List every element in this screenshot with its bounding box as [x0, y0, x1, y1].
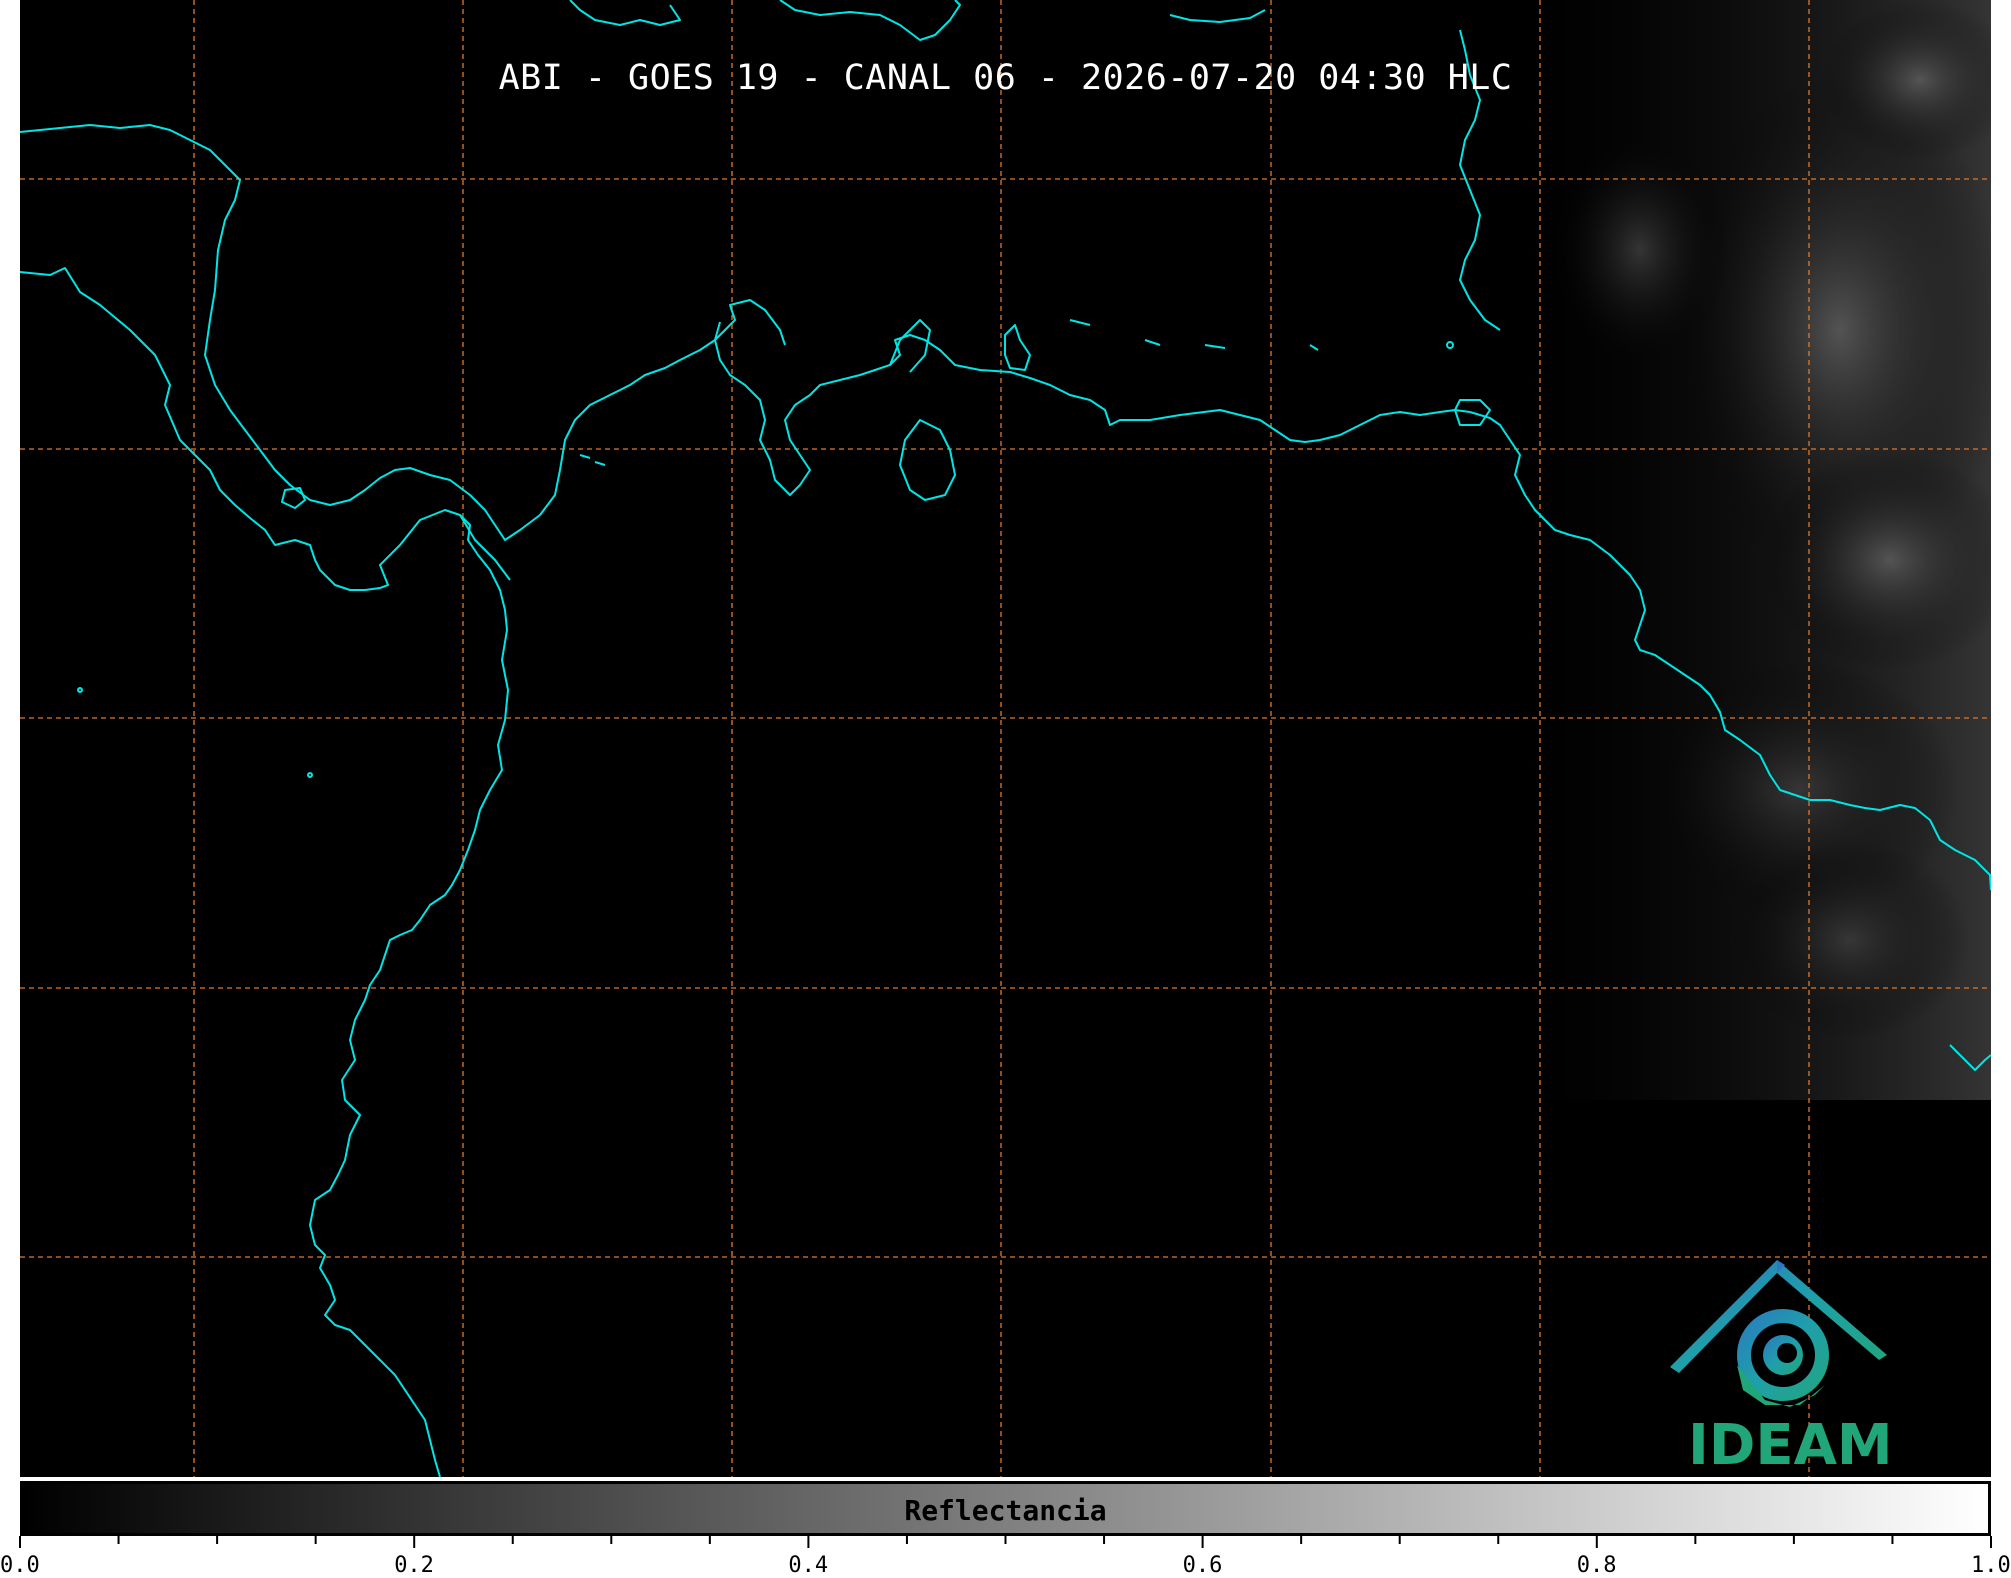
lake-nicaragua	[281, 487, 306, 509]
colorbar-tick-label-3: 0.6	[1182, 1553, 1223, 1578]
colorbar-ticks	[19, 1536, 1992, 1548]
colorbar-tick-label-2: 0.4	[788, 1553, 829, 1578]
colorbar-tick-label-5: 1.0	[1971, 1553, 2011, 1578]
islands-san-blas	[579, 454, 606, 466]
map-title: ABI - GOES 19 - CANAL 06 - 2026-07-20 04…	[498, 58, 1513, 98]
colorbar-tick-label-4: 0.8	[1576, 1553, 1617, 1578]
coastline-central-america-caribbean	[20, 124, 786, 541]
colorbar-tick-label-1: 0.2	[394, 1553, 434, 1578]
ideam-logo-text: IDEAM	[1688, 1413, 1893, 1478]
island-puerto-rico	[1169, 9, 1266, 23]
lake-maracaibo	[899, 419, 956, 501]
island-hispaniola	[779, 0, 961, 41]
colorbar-label: Reflectancia	[904, 1494, 1107, 1527]
colorbar-tick-label-0: 0.0	[0, 1553, 40, 1578]
colorbar: Reflectancia	[20, 1481, 1991, 1536]
coastline-colombia-venezuela-caribbean	[714, 321, 1471, 496]
cloud-reflectance-layer	[1480, 0, 1991, 1100]
island-cuba-south	[569, 0, 681, 26]
islands-aruba-curacao	[1069, 319, 1319, 351]
coastline-paraguana	[1004, 324, 1031, 371]
coastline-darien	[459, 514, 511, 581]
